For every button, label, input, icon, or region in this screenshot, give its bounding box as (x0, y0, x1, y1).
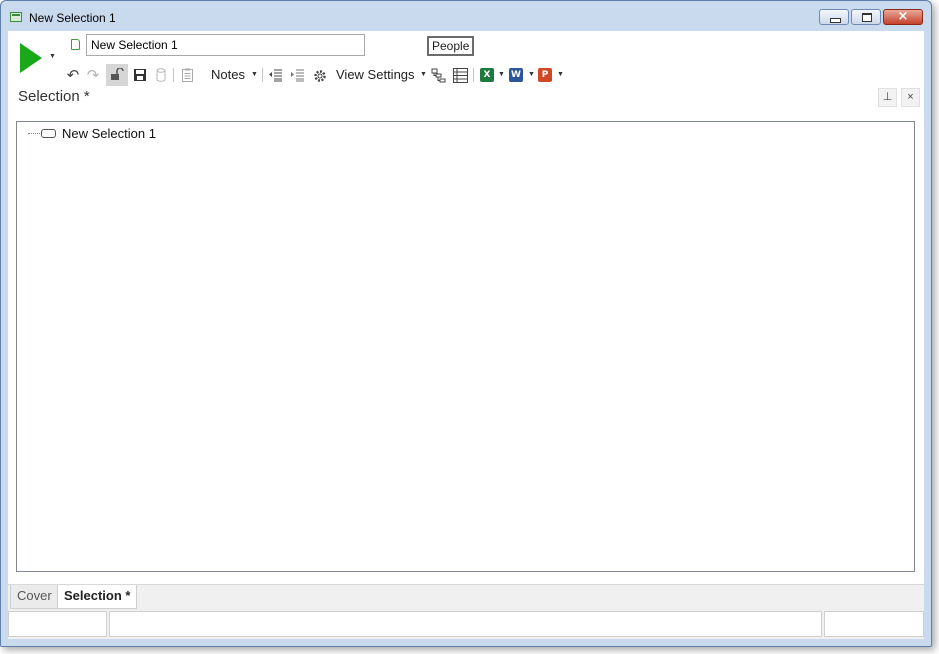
tree-view-button[interactable] (429, 64, 447, 86)
toolbar-separator (262, 68, 263, 82)
outdent-button[interactable] (267, 64, 285, 86)
panel-title: Selection * (18, 88, 90, 105)
close-pane-button[interactable]: × (901, 88, 920, 107)
gear-icon (313, 69, 326, 82)
run-dropdown-arrow[interactable]: ▼ (49, 53, 56, 60)
notes-dropdown-arrow[interactable]: ▼ (251, 64, 258, 86)
tab-cover[interactable]: Cover (10, 585, 59, 609)
table-view-icon (452, 67, 468, 83)
view-settings-menu-label[interactable]: View Settings (336, 64, 415, 86)
undo-button[interactable]: ↶ (63, 64, 83, 86)
close-icon: × (897, 9, 909, 24)
tab-selection[interactable]: Selection * (57, 585, 138, 609)
selection-name-input[interactable] (86, 34, 365, 56)
client-area: ▼ People ↶ ↷ Notes ▼ (8, 31, 924, 639)
clipboard-button[interactable] (178, 64, 196, 86)
selection-node-icon (41, 128, 56, 138)
minimize-button[interactable] (819, 9, 849, 25)
tree-connector-line (28, 132, 40, 134)
redo-icon: ↷ (86, 67, 100, 84)
tree-view-icon (431, 68, 445, 82)
export-powerpoint-button[interactable]: P (536, 64, 554, 86)
title-bar[interactable]: New Selection 1 × (1, 1, 931, 31)
redo-button[interactable]: ↷ (83, 64, 103, 86)
status-bar (8, 609, 924, 639)
pin-icon: ⊥ (882, 91, 893, 103)
close-window-button[interactable]: × (883, 9, 923, 25)
save-icon (134, 69, 146, 81)
pin-pane-button[interactable]: ⊥ (878, 88, 897, 107)
app-window: New Selection 1 × ▼ People ↶ ↷ (0, 0, 932, 647)
powerpoint-dropdown-arrow[interactable]: ▼ (557, 64, 564, 86)
indent-icon (291, 69, 304, 82)
save-button[interactable] (130, 64, 150, 86)
word-dropdown-arrow[interactable]: ▼ (528, 64, 535, 86)
powerpoint-icon: P (538, 68, 552, 82)
close-icon: × (907, 91, 914, 103)
window-controls: × (819, 9, 923, 25)
clipboard-icon (181, 68, 193, 82)
table-view-button[interactable] (451, 64, 469, 86)
tree-node[interactable]: New Selection 1 (28, 125, 156, 141)
outdent-icon (269, 69, 282, 82)
window-title: New Selection 1 (29, 11, 116, 25)
excel-icon: X (480, 68, 494, 82)
selection-tree[interactable]: New Selection 1 (16, 121, 915, 572)
database-button[interactable] (152, 64, 170, 86)
word-icon: W (509, 68, 523, 82)
notes-menu-label[interactable]: Notes (211, 64, 245, 86)
maximize-button[interactable] (851, 9, 881, 25)
status-segment (8, 611, 107, 637)
people-button[interactable]: People (427, 36, 475, 56)
settings-button[interactable] (310, 64, 328, 86)
play-icon (20, 43, 42, 73)
lock-icon (111, 68, 124, 80)
export-word-button[interactable]: W (507, 64, 525, 86)
excel-dropdown-arrow[interactable]: ▼ (498, 64, 505, 86)
toolbar-separator (173, 68, 174, 82)
document-icon (71, 39, 80, 50)
indent-button[interactable] (289, 64, 307, 86)
lock-toggle-button[interactable] (106, 64, 128, 86)
database-icon (156, 68, 166, 82)
export-excel-button[interactable]: X (478, 64, 496, 86)
run-button[interactable] (17, 42, 43, 74)
tree-node-label: New Selection 1 (62, 125, 156, 141)
document-tabs: Cover Selection * (8, 584, 924, 609)
toolbar: ↶ ↷ Notes ▼ View Settings ▼ X ▼ W ▼ P ▼ (63, 64, 623, 86)
status-segment (109, 611, 822, 637)
view-settings-dropdown-arrow[interactable]: ▼ (420, 64, 427, 86)
undo-icon: ↶ (66, 67, 80, 84)
window-app-icon (10, 12, 22, 22)
toolbar-separator (473, 68, 474, 82)
status-segment (824, 611, 924, 637)
